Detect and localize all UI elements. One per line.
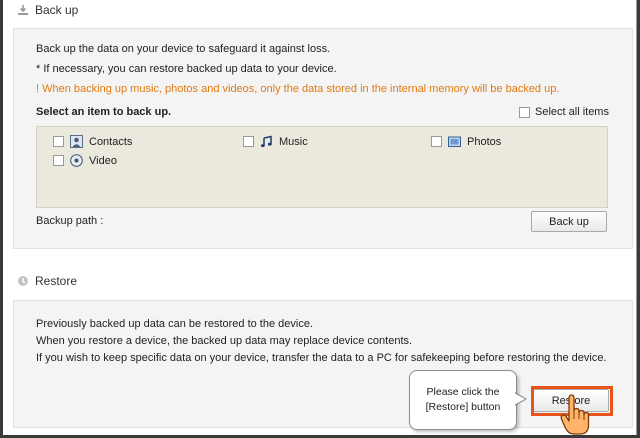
backup-item-photos[interactable]: Photos [431,135,501,148]
callout-line-1: Please click the [426,386,500,398]
restore-description-3: If you wish to keep specific data on you… [36,352,607,364]
photos-icon [448,135,461,148]
restore-title: Restore [35,274,78,288]
backup-description-1: Back up the data on your device to safeg… [36,43,331,55]
contacts-label: Contacts [89,135,133,148]
backup-items-list: Contacts Music Photos Video [36,126,608,208]
backup-button[interactable]: Back up [531,211,607,232]
backup-item-music[interactable]: Music [243,135,308,148]
callout-line-2: [Restore] button [425,401,501,413]
restore-description-2: When you restore a device, the backed up… [36,335,413,347]
video-icon [70,154,83,167]
backup-download-icon [17,4,29,16]
contacts-icon [70,135,83,148]
select-all-checkbox[interactable] [519,106,530,118]
video-label: Video [89,154,117,167]
hand-pointer-icon [560,394,590,436]
backup-panel: Back up the data on your device to safeg… [13,28,633,249]
backup-description-2: * If necessary, you can restore backed u… [36,63,337,75]
music-icon [260,135,273,148]
restore-section-header: Restore [17,272,77,290]
select-items-label: Select an item to back up. [36,106,172,118]
backup-title: Back up [35,3,79,17]
music-label: Music [279,135,308,148]
instruction-callout: Please click the [Restore] button [409,370,517,430]
video-checkbox[interactable] [53,155,64,166]
backup-item-video[interactable]: Video [53,154,117,167]
backup-restore-window: Back up Back up the data on your device … [3,0,637,435]
backup-path-label: Backup path : [36,215,104,227]
backup-section-header: Back up [17,1,78,19]
contacts-checkbox[interactable] [53,136,64,147]
select-all-label: Select all items [535,106,609,118]
restore-icon [17,275,29,287]
restore-description-1: Previously backed up data can be restore… [36,318,314,330]
photos-label: Photos [467,135,502,148]
photos-checkbox[interactable] [431,136,442,147]
backup-item-contacts[interactable]: Contacts [53,135,132,148]
backup-warning: ! When backing up music, photos and vide… [36,83,560,95]
callout-tail-inner [514,393,525,405]
select-all-items[interactable]: Select all items [519,106,609,118]
music-checkbox[interactable] [243,136,254,147]
